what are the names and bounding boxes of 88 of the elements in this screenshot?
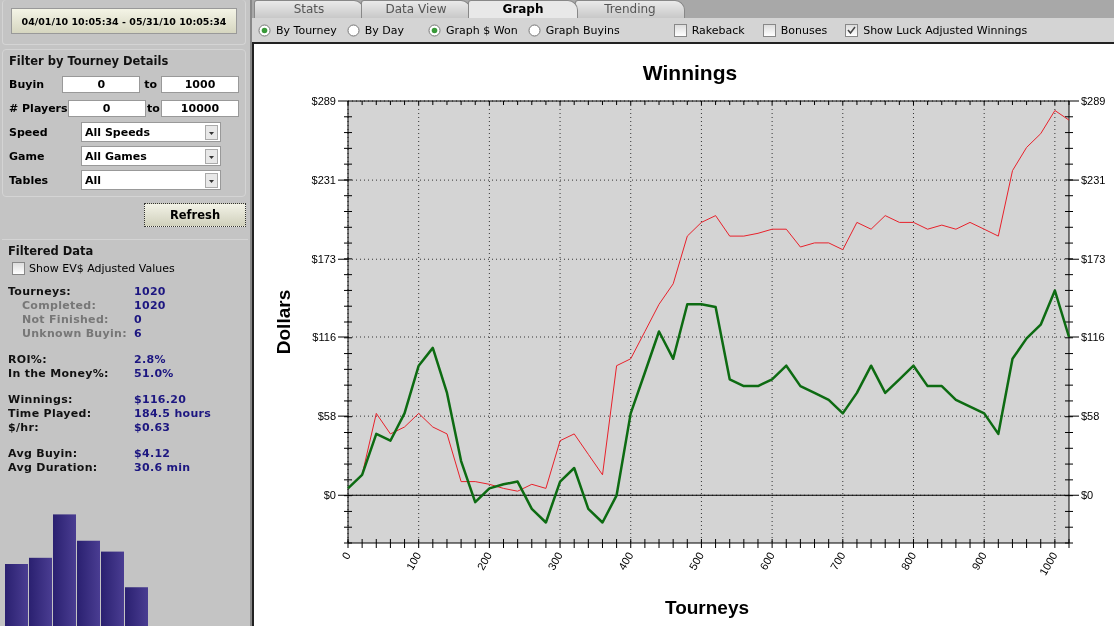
field-label: Speed	[9, 125, 49, 139]
input-field[interactable]: 0	[62, 75, 141, 93]
caret-icon	[205, 172, 218, 188]
stat-value: 1020	[134, 299, 166, 313]
histogram-bar	[5, 564, 28, 626]
x-axis-title: Tourneys	[664, 597, 750, 618]
x-tick-label: 300	[545, 550, 565, 572]
field-label: # Players	[9, 101, 68, 115]
radio-button[interactable]	[346, 23, 360, 37]
input-field[interactable]: 1000	[161, 75, 239, 93]
input-field[interactable]: 0	[67, 99, 146, 117]
y-axis-title: Dollars	[273, 289, 294, 355]
x-tick-label: 900	[969, 550, 989, 572]
radio-button[interactable]	[527, 23, 541, 37]
checkbox-label: Rakeback	[691, 23, 745, 37]
stat-label: Avg Duration:	[8, 461, 99, 475]
x-tick-label: 600	[757, 550, 777, 572]
dropdown[interactable]: All Speeds	[81, 122, 221, 142]
date-range-button[interactable]: 04/01/10 10:05:34 - 05/31/10 10:05:34	[11, 8, 237, 34]
refresh-button[interactable]: Refresh	[144, 203, 246, 227]
stat-label: ROI%:	[8, 353, 48, 367]
y-tick-label: $0	[1081, 489, 1094, 502]
stat-label: Winnings:	[8, 393, 74, 407]
input-field[interactable]: 10000	[161, 99, 239, 117]
x-tick-label: 0	[339, 550, 353, 562]
x-tick-label: 100	[403, 550, 424, 572]
stat-label: Time Played:	[8, 407, 93, 421]
field-label: Game	[9, 149, 46, 163]
radio-label: By Tourney	[276, 23, 337, 37]
y-tick-label: $289	[1081, 95, 1106, 107]
chart-title: Winnings	[642, 61, 738, 84]
caret-icon	[205, 124, 218, 140]
y-tick-label: $231	[1081, 174, 1106, 187]
filter-title: Filter by Tourney Details	[9, 54, 170, 68]
filtered-data-title: Filtered Data	[8, 244, 95, 258]
caret-icon	[205, 148, 218, 164]
radio-label: By Day	[364, 23, 404, 37]
stat-value: 1020	[134, 285, 166, 299]
y-tick-label: $0	[323, 489, 336, 502]
stat-value: $4.12	[134, 447, 171, 461]
x-tick-label: 400	[615, 550, 636, 572]
x-tick-label: 700	[827, 550, 848, 572]
y-tick-label: $58	[1081, 410, 1100, 423]
checkbox[interactable]	[762, 23, 776, 37]
stat-label: Avg Buyin:	[8, 447, 79, 461]
dropdown[interactable]: All	[81, 170, 221, 190]
stat-value: 0	[134, 313, 142, 327]
field-label: Buyin	[9, 77, 45, 91]
stat-value: $116.20	[134, 393, 187, 407]
tab[interactable]: Data View	[361, 0, 471, 18]
radio-label: Graph $ Won	[445, 23, 518, 37]
y-tick-label: $289	[311, 95, 336, 107]
tab[interactable]: Graph	[468, 0, 578, 18]
stat-value: 6	[134, 327, 142, 341]
x-tick-label: 500	[686, 550, 707, 572]
checkbox[interactable]	[12, 262, 25, 275]
stat-label: Completed:	[21, 299, 98, 313]
stat-value: $0.63	[134, 421, 171, 435]
y-tick-label: $58	[317, 410, 336, 423]
stat-label: Unknown Buyin:	[21, 327, 128, 341]
radio-label: Graph Buyins	[545, 23, 620, 37]
y-tick-label: $116	[312, 331, 336, 343]
stat-value: 51.0%	[134, 367, 174, 381]
to-label: to	[143, 77, 159, 91]
stat-value: 2.8%	[134, 353, 166, 367]
checkbox[interactable]	[845, 23, 859, 37]
x-tick-label: 800	[898, 550, 919, 572]
checkbox-label: Show EV$ Adjusted Values	[29, 262, 175, 275]
radio-button[interactable]	[427, 23, 441, 37]
y-tick-label: $173	[1081, 253, 1106, 266]
field-label: Tables	[9, 173, 50, 187]
stat-label: Tourneys:	[8, 285, 72, 299]
to-label: to	[145, 101, 161, 115]
y-tick-label: $231	[311, 174, 336, 187]
tab[interactable]: Stats	[254, 0, 364, 18]
radio-button[interactable]	[258, 23, 271, 37]
stat-value: 184.5 hours	[134, 407, 212, 421]
stat-label: Not Finished:	[21, 313, 110, 327]
checkbox-label: Show Luck Adjusted Winnings	[863, 23, 1028, 37]
stat-label: $/hr:	[8, 421, 40, 435]
y-tick-label: $173	[311, 253, 336, 266]
dropdown[interactable]: All Games	[81, 146, 221, 166]
checkbox-label: Bonuses	[780, 23, 828, 37]
y-tick-label: $116	[1081, 331, 1105, 343]
stat-label: In the Money%:	[8, 367, 110, 381]
stat-value: 30.6 min	[134, 461, 191, 475]
tab[interactable]: Trending	[575, 0, 685, 18]
checkbox[interactable]	[673, 23, 687, 37]
